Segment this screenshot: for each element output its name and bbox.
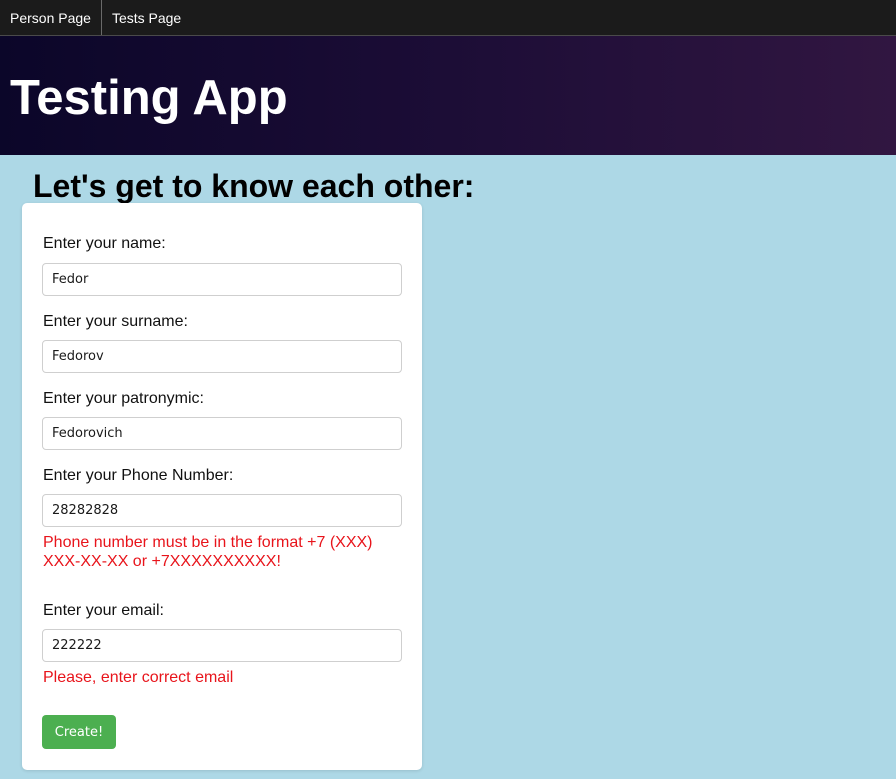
header-banner: Testing App (0, 36, 896, 155)
nav-link-person-page[interactable]: Person Page (0, 0, 102, 35)
surname-label: Enter your surname: (43, 313, 188, 330)
page-heading: Let's get to know each other: (33, 168, 475, 204)
create-button[interactable]: Create! (42, 715, 116, 749)
surname-input[interactable] (42, 340, 402, 373)
nav-link-tests-page[interactable]: Tests Page (102, 0, 191, 35)
top-navigation-bar: Person Page Tests Page (0, 0, 896, 36)
name-input[interactable] (42, 263, 402, 296)
app-title: Testing App (10, 71, 288, 125)
email-error-message: Please, enter correct email (43, 669, 234, 686)
email-input[interactable] (42, 629, 402, 662)
email-label: Enter your email: (43, 602, 164, 619)
patronymic-label: Enter your patronymic: (43, 390, 204, 407)
person-form-card: Enter your name: Enter your surname: Ent… (22, 203, 422, 770)
phone-error-message: Phone number must be in the format +7 (X… (43, 534, 373, 570)
phone-label: Enter your Phone Number: (43, 467, 234, 484)
name-label: Enter your name: (43, 235, 166, 252)
phone-input[interactable] (42, 494, 402, 527)
patronymic-input[interactable] (42, 417, 402, 450)
